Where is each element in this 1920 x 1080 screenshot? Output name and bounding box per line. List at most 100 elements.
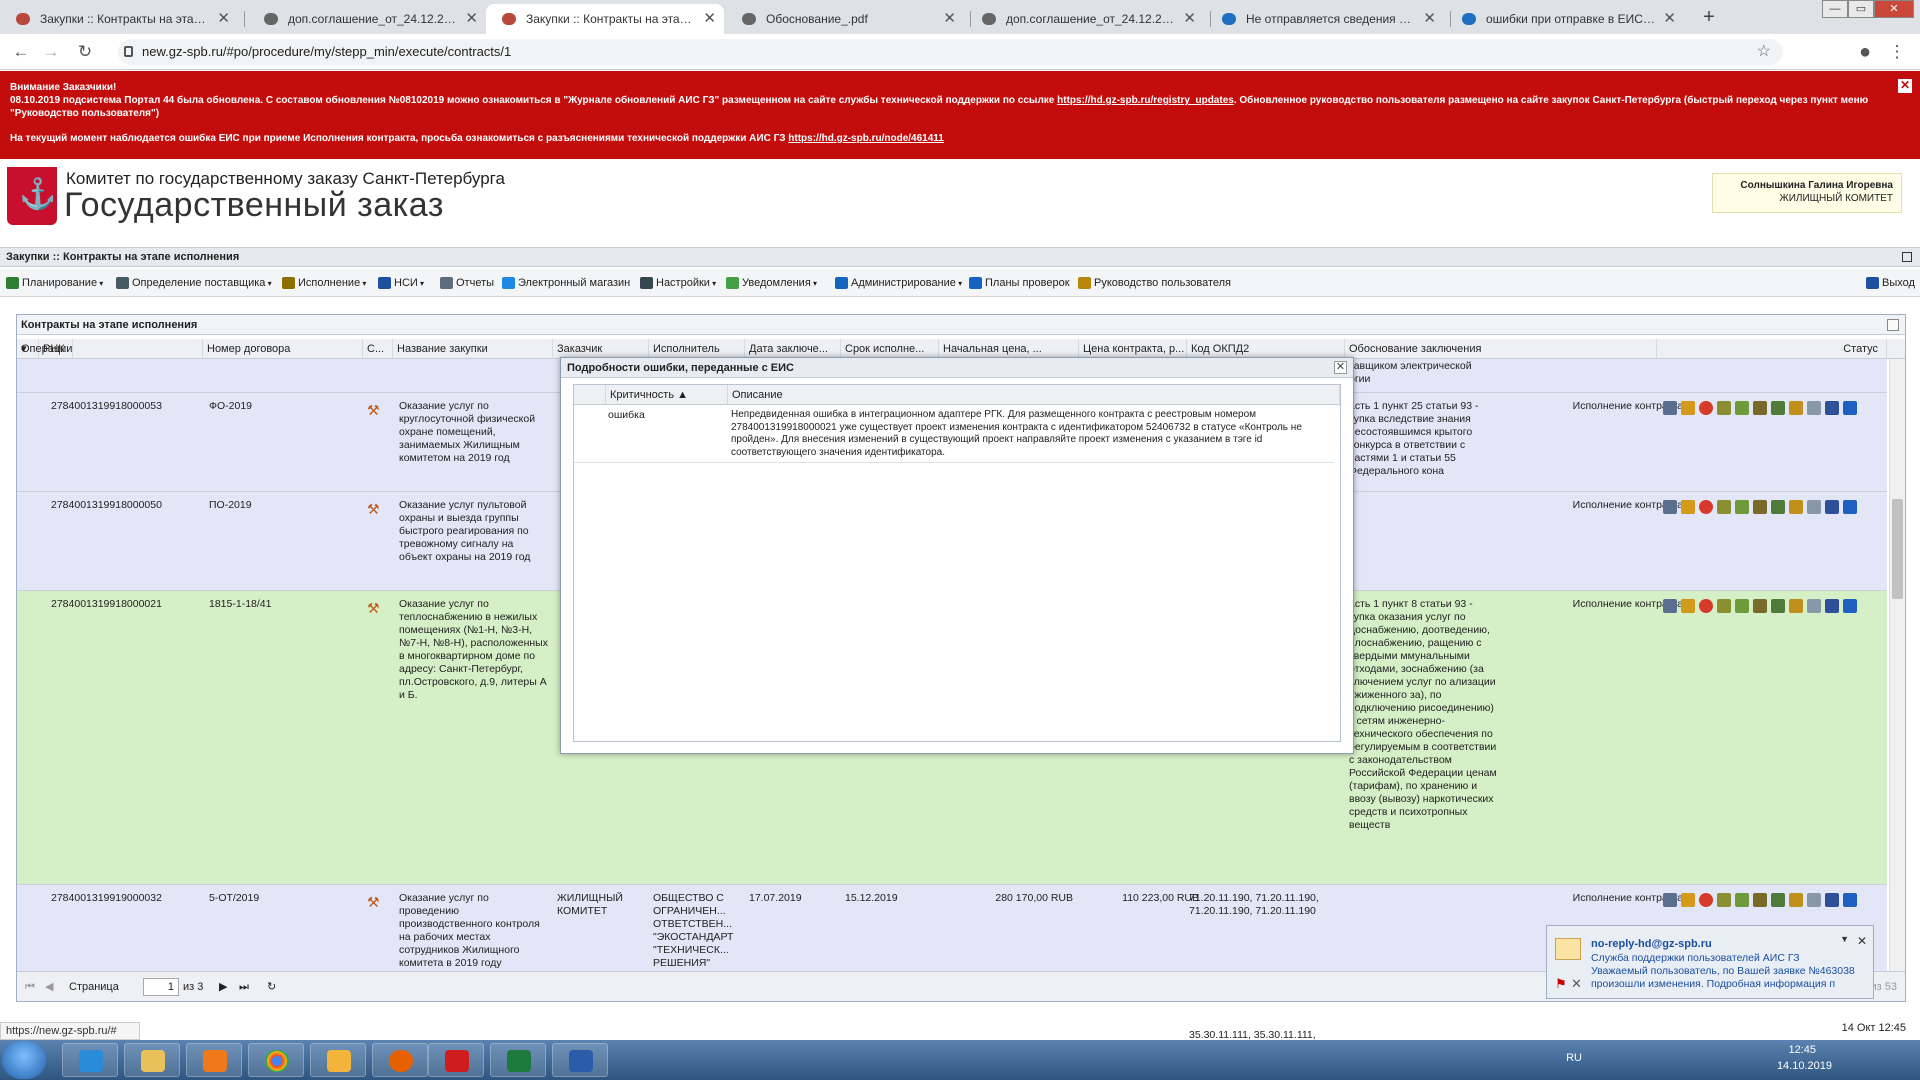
operation-icon[interactable] bbox=[1825, 500, 1839, 514]
browser-tab[interactable]: Не отправляется сведения о ко... ✕ bbox=[1206, 4, 1444, 34]
column-header[interactable]: Срок исполне... bbox=[841, 339, 939, 359]
operation-icon[interactable] bbox=[1663, 500, 1677, 514]
menu-item[interactable]: Отчеты bbox=[440, 269, 494, 297]
operation-icon[interactable] bbox=[1699, 599, 1713, 613]
operation-icon[interactable] bbox=[1807, 401, 1821, 415]
operation-icon[interactable] bbox=[1843, 599, 1857, 613]
exit-button[interactable]: Выход bbox=[1866, 269, 1915, 297]
browser-tab[interactable]: Закупки :: Контракты на этапе и... ✕ bbox=[0, 4, 238, 34]
menu-item[interactable]: Руководство пользователя bbox=[1078, 269, 1231, 297]
operation-icon[interactable] bbox=[1735, 401, 1749, 415]
menu-item[interactable]: Определение поставщика ▾ bbox=[116, 269, 272, 297]
operation-icon[interactable] bbox=[1717, 500, 1731, 514]
tab-close-icon[interactable]: ✕ bbox=[1423, 4, 1436, 34]
operation-icon[interactable] bbox=[1825, 599, 1839, 613]
ie-taskbar-icon[interactable] bbox=[62, 1043, 118, 1077]
operation-icon[interactable] bbox=[1735, 893, 1749, 907]
maximize-panel-icon[interactable] bbox=[1902, 252, 1912, 262]
operation-icon[interactable] bbox=[1843, 893, 1857, 907]
notification-close-icon[interactable]: ✕ bbox=[1857, 934, 1867, 948]
menu-item[interactable]: Исполнение ▾ bbox=[282, 269, 366, 297]
email-notification[interactable]: no-reply-hd@gz-spb.ru Служба поддержки п… bbox=[1546, 925, 1874, 999]
operation-icon[interactable] bbox=[1663, 401, 1677, 415]
operation-icon[interactable] bbox=[1681, 401, 1695, 415]
operation-icon[interactable] bbox=[1717, 401, 1731, 415]
browser-tab[interactable]: доп.соглашение_от_24.12.2018 ... ✕ bbox=[248, 4, 486, 34]
tray-clock-time[interactable]: 12:45 bbox=[1788, 1044, 1816, 1056]
chrome-taskbar-icon[interactable] bbox=[248, 1043, 304, 1077]
explorer-taskbar-icon[interactable] bbox=[124, 1043, 180, 1077]
menu-item[interactable]: НСИ ▾ bbox=[378, 269, 424, 297]
menu-item[interactable]: Планы проверок bbox=[969, 269, 1070, 297]
bookmark-star-icon[interactable]: ☆ bbox=[1757, 39, 1771, 65]
tab-close-icon[interactable]: ✕ bbox=[217, 4, 230, 34]
node-link[interactable]: https://hd.gz-spb.ru/node/461411 bbox=[788, 133, 944, 144]
column-header[interactable]: Исполнитель bbox=[649, 339, 745, 359]
excel-taskbar-icon[interactable] bbox=[490, 1043, 546, 1077]
maximize-button[interactable]: ▭ bbox=[1848, 0, 1874, 18]
flag-icon[interactable]: ⚑ bbox=[1555, 976, 1567, 992]
browser-menu-icon[interactable]: ⋮ bbox=[1882, 34, 1912, 70]
operation-icon[interactable] bbox=[1753, 401, 1767, 415]
tab-close-icon[interactable]: ✕ bbox=[465, 4, 478, 34]
page-number-input[interactable]: 1 bbox=[143, 978, 179, 996]
operation-icon[interactable] bbox=[1735, 500, 1749, 514]
tab-close-icon[interactable]: ✕ bbox=[703, 4, 716, 34]
media-player-taskbar-icon[interactable] bbox=[186, 1043, 242, 1077]
firefox-taskbar-icon[interactable] bbox=[372, 1043, 428, 1077]
operation-icon[interactable] bbox=[1825, 401, 1839, 415]
operation-icon[interactable] bbox=[1789, 599, 1803, 613]
banner-close-button[interactable]: ✕ bbox=[1898, 79, 1912, 93]
profile-icon[interactable]: ● bbox=[1850, 34, 1880, 70]
operation-icon[interactable] bbox=[1843, 401, 1857, 415]
operation-icon[interactable] bbox=[1843, 500, 1857, 514]
operation-icon[interactable] bbox=[1681, 500, 1695, 514]
operation-icon[interactable] bbox=[1753, 893, 1767, 907]
operation-icon[interactable] bbox=[1771, 893, 1785, 907]
operation-icon[interactable] bbox=[1717, 893, 1731, 907]
error-row[interactable]: ошибка Непредвиденная ошибка в интеграци… bbox=[574, 405, 1334, 463]
tab-close-icon[interactable]: ✕ bbox=[1183, 4, 1196, 34]
registry-updates-link[interactable]: https://hd.gz-spb.ru/registry_updates bbox=[1057, 95, 1234, 106]
operation-icon[interactable] bbox=[1663, 599, 1677, 613]
operation-icon[interactable] bbox=[1699, 893, 1713, 907]
menu-item[interactable]: Администрирование ▾ bbox=[835, 269, 962, 297]
first-page-icon[interactable]: ⏮ bbox=[25, 978, 35, 996]
column-header[interactable]: Статус bbox=[1657, 339, 1887, 359]
severity-column-header[interactable]: Критичность ▲ bbox=[606, 385, 728, 405]
new-tab-button[interactable]: + bbox=[1694, 4, 1724, 30]
column-header[interactable]: Дата заключе... bbox=[745, 339, 841, 359]
column-header[interactable]: Цена контракта, р... bbox=[1079, 339, 1187, 359]
last-page-icon[interactable]: ⏭ bbox=[239, 978, 249, 996]
back-button[interactable]: ← bbox=[6, 34, 36, 70]
outlook-taskbar-icon[interactable] bbox=[310, 1043, 366, 1077]
operation-icon[interactable] bbox=[1789, 401, 1803, 415]
dialog-close-button[interactable]: ✕ bbox=[1334, 361, 1347, 374]
browser-tab[interactable]: доп.соглашение_от_24.12.2018 ... ✕ bbox=[966, 4, 1204, 34]
notification-sender[interactable]: no-reply-hd@gz-spb.ru bbox=[1591, 938, 1712, 950]
column-header[interactable]: Заказчик bbox=[553, 339, 649, 359]
close-window-button[interactable]: ✕ bbox=[1874, 0, 1914, 18]
minimize-button[interactable]: — bbox=[1822, 0, 1848, 18]
operation-icon[interactable] bbox=[1807, 500, 1821, 514]
operation-icon[interactable] bbox=[1699, 500, 1713, 514]
language-indicator[interactable]: RU bbox=[1566, 1052, 1582, 1064]
tab-close-icon[interactable]: ✕ bbox=[943, 4, 956, 34]
grid-settings-icon[interactable] bbox=[1887, 319, 1899, 331]
operation-icon[interactable] bbox=[1771, 401, 1785, 415]
menu-item[interactable]: Планирование ▾ bbox=[6, 269, 103, 297]
acrobat-taskbar-icon[interactable] bbox=[428, 1043, 484, 1077]
menu-item[interactable]: Электронный магазин bbox=[502, 269, 630, 297]
tab-close-icon[interactable]: ✕ bbox=[1663, 4, 1676, 34]
operation-icon[interactable] bbox=[1681, 599, 1695, 613]
delete-icon[interactable]: ✕ bbox=[1571, 976, 1582, 992]
browser-tab[interactable]: Обоснование_.pdf ✕ bbox=[726, 4, 964, 34]
operation-icon[interactable] bbox=[1663, 893, 1677, 907]
operation-icon[interactable] bbox=[1753, 599, 1767, 613]
operation-icon[interactable] bbox=[1789, 893, 1803, 907]
operation-icon[interactable] bbox=[1825, 893, 1839, 907]
forward-button[interactable]: → bbox=[36, 34, 66, 70]
reload-button[interactable]: ↻ bbox=[70, 34, 100, 70]
user-info[interactable]: Солнышкина Галина Игоревна ЖИЛИЩНЫЙ КОМИ… bbox=[1712, 173, 1902, 213]
operation-icon[interactable] bbox=[1699, 401, 1713, 415]
